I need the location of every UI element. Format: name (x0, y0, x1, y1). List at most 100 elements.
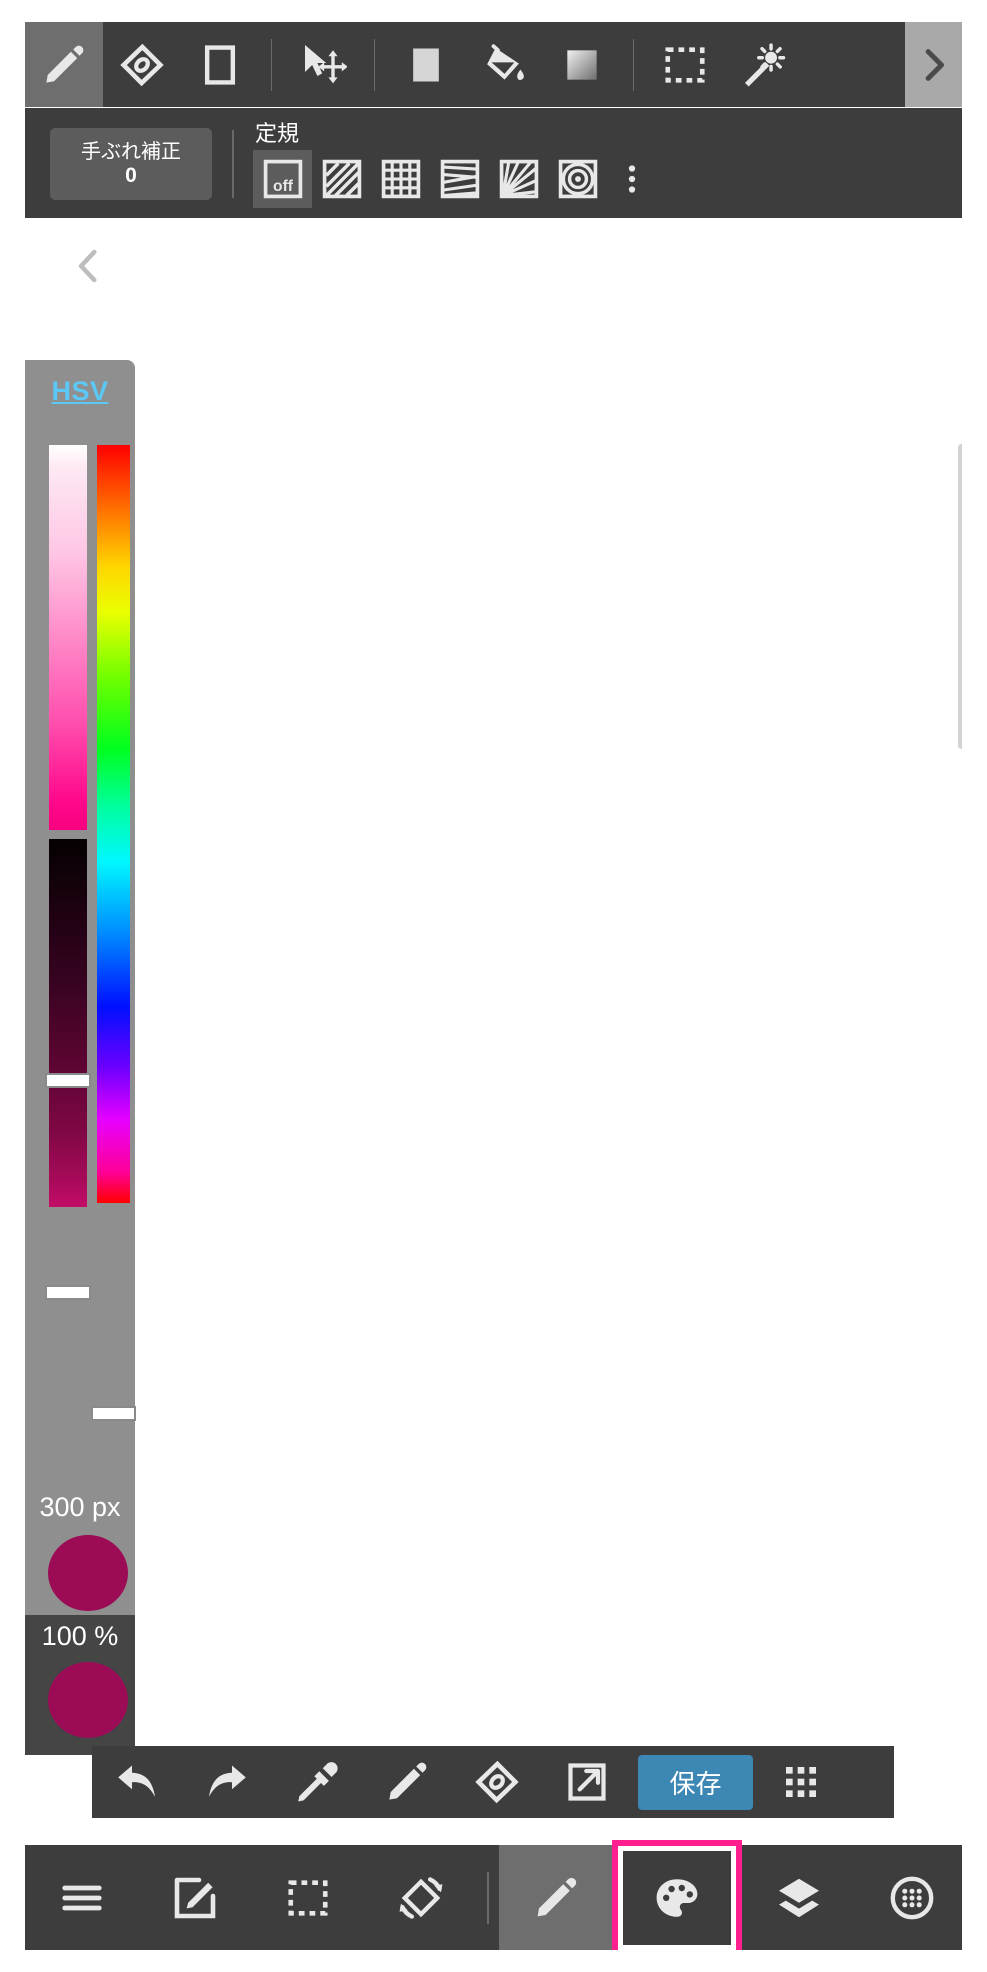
ruler-perspective[interactable] (430, 150, 489, 208)
eraser-button[interactable] (452, 1746, 542, 1818)
saturation-value-slider[interactable] (47, 443, 89, 1207)
paint-bucket-icon (487, 43, 524, 80)
bottom-nav-bar (25, 1839, 962, 1956)
svg-text:off: off (273, 178, 294, 195)
magic-wand-tool[interactable] (724, 22, 802, 107)
palette-icon (656, 1878, 698, 1917)
value-handle[interactable] (45, 1285, 91, 1300)
nav-select[interactable] (251, 1845, 364, 1950)
bucket-tool[interactable] (465, 22, 543, 107)
pencil-icon (46, 45, 84, 83)
canvas-sheet[interactable] (110, 222, 962, 1262)
save-button[interactable]: 保存 (638, 1754, 753, 1810)
nav-rotate[interactable] (364, 1845, 477, 1950)
ruler-options-row: off (253, 150, 657, 208)
frame-left (0, 0, 25, 1972)
pen-button[interactable] (362, 1746, 452, 1818)
stabilizer-button[interactable]: 手ぶれ補正 0 (50, 128, 212, 200)
stabilizer-label: 手ぶれ補正 (81, 141, 181, 163)
nav-palette[interactable] (612, 1839, 742, 1956)
expand-toolbar-button[interactable] (905, 22, 962, 107)
pen-tool[interactable] (25, 22, 103, 107)
transform-tool[interactable] (284, 22, 362, 107)
rotate-canvas-icon (399, 1876, 442, 1919)
eyedropper-button[interactable] (272, 1746, 362, 1818)
color-panel: HSV 300 px (25, 360, 136, 1615)
saturation-gradient[interactable] (49, 445, 87, 830)
marquee-select-tool[interactable] (646, 22, 724, 107)
hamburger-menu-icon (61, 1885, 102, 1910)
nav-layers[interactable] (742, 1845, 855, 1950)
export-button[interactable] (542, 1746, 632, 1818)
redo-button[interactable] (182, 1746, 272, 1818)
rectangle-outline-icon (204, 44, 236, 85)
pencil-icon (537, 1877, 576, 1916)
parallel-lines-icon (322, 159, 361, 199)
dashed-rectangle-icon (287, 1879, 328, 1916)
ruler-grid[interactable] (371, 150, 430, 208)
nav-filters[interactable] (855, 1845, 968, 1950)
chevron-left-icon (78, 249, 97, 283)
toolbar-divider (271, 38, 272, 91)
nav-menu[interactable] (25, 1845, 138, 1950)
opacity-panel: 100 % (25, 1615, 135, 1755)
collapse-panel-button[interactable] (65, 242, 113, 290)
saturation-handle[interactable] (45, 1073, 91, 1088)
eraser-tool[interactable] (103, 22, 181, 107)
eraser-icon (475, 1760, 519, 1804)
toolbar-divider (633, 38, 634, 91)
nav-divider (487, 1871, 489, 1924)
gradient-square-icon (567, 49, 597, 80)
stabilizer-value: 0 (125, 164, 137, 187)
radial-lines-icon (499, 159, 538, 199)
eraser-icon (120, 43, 164, 86)
ruler-parallel[interactable] (312, 150, 371, 208)
value-gradient[interactable] (49, 839, 87, 1207)
action-toolbar: 保存 (92, 1746, 894, 1818)
undo-arrow-icon (118, 1765, 156, 1797)
concentric-circles-icon (558, 159, 597, 199)
layers-icon (778, 1878, 819, 1917)
opacity-preview[interactable] (48, 1662, 128, 1738)
drawing-app-root: 手ぶれ補正 0 定規 off HSV 300 px 100 % 保存 (0, 0, 987, 1972)
move-cursor-icon (305, 44, 347, 83)
chevron-right-icon (925, 48, 944, 81)
nav-edit[interactable] (138, 1845, 251, 1950)
ruler-concentric[interactable] (548, 150, 607, 208)
nav-brush[interactable] (499, 1845, 612, 1950)
frame-right (962, 0, 987, 1972)
ruler-radial[interactable] (489, 150, 548, 208)
gradient-tool[interactable] (543, 22, 621, 107)
frame-tool[interactable] (181, 22, 259, 107)
edit-square-icon (174, 1877, 215, 1918)
ruler-group: 定規 off (253, 116, 657, 208)
dot-grid-icon (786, 1767, 816, 1797)
hsv-mode-link[interactable]: HSV (25, 376, 135, 407)
ruler-off-icon: off (263, 159, 302, 199)
filter-circle-icon (890, 1876, 933, 1919)
hue-slider[interactable] (95, 443, 132, 1205)
undo-button[interactable] (92, 1746, 182, 1818)
toolbar-divider (374, 38, 375, 91)
frame-bottom (0, 1950, 987, 1972)
vertical-dots-icon (628, 165, 636, 193)
ruler-off[interactable]: off (253, 150, 312, 208)
fill-rect-tool[interactable] (387, 22, 465, 107)
pencil-icon (389, 1762, 427, 1800)
ruler-more-button[interactable] (607, 150, 657, 208)
grid-icon (381, 159, 420, 199)
dashed-rectangle-icon (665, 46, 705, 83)
opacity-label: 100 % (41, 1621, 119, 1651)
grid-toggle-button[interactable] (753, 1746, 849, 1818)
ruler-title: 定規 (255, 121, 300, 146)
canvas-area[interactable] (25, 222, 965, 1345)
brush-size-preview[interactable] (48, 1535, 128, 1611)
eyedropper-icon (298, 1762, 338, 1802)
perspective-lines-icon (440, 159, 479, 199)
hue-handle[interactable] (91, 1406, 136, 1421)
redo-arrow-icon (208, 1765, 246, 1797)
frame-top (0, 0, 987, 22)
sub-toolbar-divider (232, 130, 234, 198)
tool-options-toolbar: 手ぶれ補正 0 定規 off (25, 108, 962, 218)
external-link-icon (568, 1763, 606, 1801)
